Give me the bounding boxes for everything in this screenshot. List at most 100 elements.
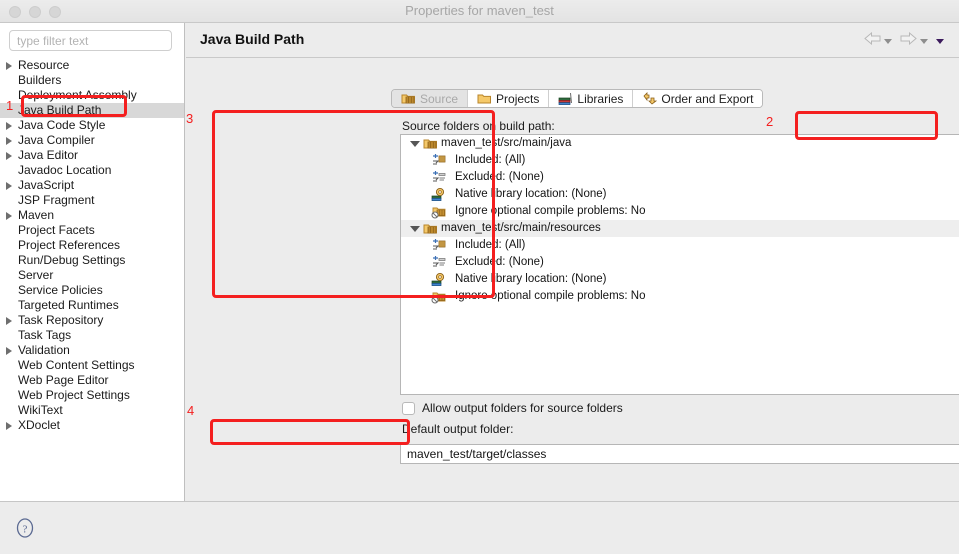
sidebar-item-label: Java Code Style	[18, 118, 106, 132]
page-title: Java Build Path	[200, 31, 305, 47]
sidebar-item-label: XDoclet	[18, 418, 61, 432]
sidebar-item-run-debug-settings[interactable]: Run/Debug Settings	[0, 253, 184, 268]
allow-output-folders-row[interactable]: Allow output folders for source folders	[402, 401, 623, 415]
help-question-icon[interactable]: ?	[15, 518, 35, 538]
sidebar-item-server[interactable]: Server	[0, 268, 184, 283]
dialog-footer: ? Cancel OK	[0, 502, 959, 554]
settings-sidebar: ResourceBuildersDeployment AssemblyJava …	[0, 23, 185, 501]
sidebar-item-wikitext[interactable]: WikiText	[0, 403, 184, 418]
sidebar-item-javascript[interactable]: JavaScript	[0, 178, 184, 193]
expand-arrow-icon[interactable]	[6, 347, 12, 355]
collapse-arrow-icon[interactable]	[410, 141, 420, 147]
include-filter-icon	[431, 238, 446, 253]
sidebar-item-label: Service Policies	[18, 283, 103, 297]
source-folder-attribute-row[interactable]: Included: (All)	[401, 237, 959, 254]
sidebar-item-label: WikiText	[18, 403, 63, 417]
expand-arrow-icon[interactable]	[6, 182, 12, 190]
sidebar-item-deployment-assembly[interactable]: Deployment Assembly	[0, 88, 184, 103]
sidebar-item-label: JavaScript	[18, 178, 75, 192]
source-folder-attribute-label: Ignore optional compile problems: No	[455, 205, 646, 217]
sidebar-item-label: Task Repository	[18, 313, 104, 327]
tab-label: Source	[420, 91, 459, 106]
search-input[interactable]	[9, 30, 172, 51]
expand-arrow-icon[interactable]	[6, 212, 12, 220]
source-folder-attribute-label: Excluded: (None)	[455, 256, 544, 268]
sidebar-item-service-policies[interactable]: Service Policies	[0, 283, 184, 298]
expand-arrow-icon[interactable]	[6, 122, 12, 130]
tab-libraries[interactable]: Libraries	[549, 90, 634, 107]
tab-order-and-export[interactable]: Order and Export	[633, 90, 763, 107]
tab-projects[interactable]: Projects	[468, 90, 550, 107]
forward-arrow-icon[interactable]	[900, 31, 917, 50]
sidebar-item-web-page-editor[interactable]: Web Page Editor	[0, 373, 184, 388]
view-menu-caret-icon[interactable]	[936, 38, 944, 44]
sidebar-item-task-tags[interactable]: Task Tags	[0, 328, 184, 343]
source-folder-attribute-row[interactable]: Native library location: (None)	[401, 186, 959, 203]
tab-label: Order and Export	[661, 91, 754, 106]
sidebar-item-javadoc-location[interactable]: Javadoc Location	[0, 163, 184, 178]
back-dropdown-caret-icon[interactable]	[884, 38, 892, 44]
source-folder-path: maven_test/src/main/java	[441, 137, 572, 149]
settings-content-panel: Java Build Path Source Projects Libraries O…	[186, 23, 959, 501]
filter-container	[0, 23, 184, 56]
tab-label: Libraries	[577, 91, 624, 106]
expand-arrow-icon[interactable]	[6, 317, 12, 325]
sidebar-item-project-references[interactable]: Project References	[0, 238, 184, 253]
collapse-arrow-icon[interactable]	[410, 226, 420, 232]
source-folder-attribute-row[interactable]: Ignore optional compile problems: No	[401, 288, 959, 305]
source-folders-list[interactable]: maven_test/src/main/java Included: (All) E…	[400, 134, 959, 395]
build-path-tabs: Source Projects Libraries Order and Export	[391, 89, 764, 108]
sidebar-item-project-facets[interactable]: Project Facets	[0, 223, 184, 238]
properties-dialog: Properties for maven_test ResourceBuilde…	[0, 0, 959, 554]
title-divider	[186, 57, 959, 58]
sidebar-item-task-repository[interactable]: Task Repository	[0, 313, 184, 328]
default-output-folder-input[interactable]	[400, 444, 959, 464]
source-folder-attribute-row[interactable]: Excluded: (None)	[401, 254, 959, 271]
source-folder-row[interactable]: maven_test/src/main/java	[401, 135, 959, 152]
annotation-number-2: 2	[766, 114, 774, 129]
sidebar-item-maven[interactable]: Maven	[0, 208, 184, 223]
back-arrow-icon[interactable]	[864, 31, 881, 50]
annotation-number-1: 1	[6, 98, 14, 113]
sidebar-item-targeted-runtimes[interactable]: Targeted Runtimes	[0, 298, 184, 313]
sidebar-item-label: Resource	[18, 58, 70, 72]
sidebar-item-java-code-style[interactable]: Java Code Style	[0, 118, 184, 133]
expand-arrow-icon[interactable]	[6, 152, 12, 160]
sidebar-item-jsp-fragment[interactable]: JSP Fragment	[0, 193, 184, 208]
sidebar-item-web-content-settings[interactable]: Web Content Settings	[0, 358, 184, 373]
forward-dropdown-caret-icon[interactable]	[920, 38, 928, 44]
sidebar-item-label: Run/Debug Settings	[18, 253, 126, 267]
sidebar-item-java-editor[interactable]: Java Editor	[0, 148, 184, 163]
source-folder-attribute-row[interactable]: Native library location: (None)	[401, 271, 959, 288]
sidebar-item-java-build-path[interactable]: Java Build Path	[0, 103, 184, 118]
sidebar-item-resource[interactable]: Resource	[0, 58, 184, 73]
sidebar-item-label: Java Compiler	[18, 133, 95, 147]
allow-output-folders-checkbox[interactable]	[402, 401, 415, 415]
tab-source[interactable]: Source	[392, 90, 469, 107]
sidebar-item-label: Java Build Path	[18, 103, 102, 117]
expand-arrow-icon[interactable]	[6, 137, 12, 145]
sidebar-item-label: Project References	[18, 238, 121, 252]
source-folder-attribute-row[interactable]: Ignore optional compile problems: No	[401, 203, 959, 220]
source-folder-row[interactable]: maven_test/src/main/resources	[401, 220, 959, 237]
sidebar-item-xdoclet[interactable]: XDoclet	[0, 418, 184, 433]
sidebar-item-web-project-settings[interactable]: Web Project Settings	[0, 388, 184, 403]
sidebar-item-label: Web Content Settings	[18, 358, 135, 372]
source-folder-attribute-label: Excluded: (None)	[455, 171, 544, 183]
annotation-number-4: 4	[187, 403, 195, 418]
sidebar-item-label: Web Project Settings	[18, 388, 130, 402]
expand-arrow-icon[interactable]	[6, 422, 12, 430]
source-folder-icon	[401, 91, 416, 106]
sidebar-item-validation[interactable]: Validation	[0, 343, 184, 358]
source-folder-attribute-row[interactable]: Included: (All)	[401, 152, 959, 169]
allow-output-folders-label: Allow output folders for source folders	[422, 401, 623, 415]
sidebar-item-label: Java Editor	[18, 148, 79, 162]
window-titlebar: Properties for maven_test	[0, 0, 959, 23]
settings-tree: Resource Builders Deployment Assembly Java …	[0, 56, 184, 433]
source-folder-attribute-row[interactable]: Excluded: (None)	[401, 169, 959, 186]
expand-arrow-icon[interactable]	[6, 62, 12, 70]
svg-text:?: ?	[23, 524, 28, 536]
sidebar-item-java-compiler[interactable]: Java Compiler	[0, 133, 184, 148]
sidebar-item-label: Maven	[18, 208, 55, 222]
sidebar-item-builders[interactable]: Builders	[0, 73, 184, 88]
